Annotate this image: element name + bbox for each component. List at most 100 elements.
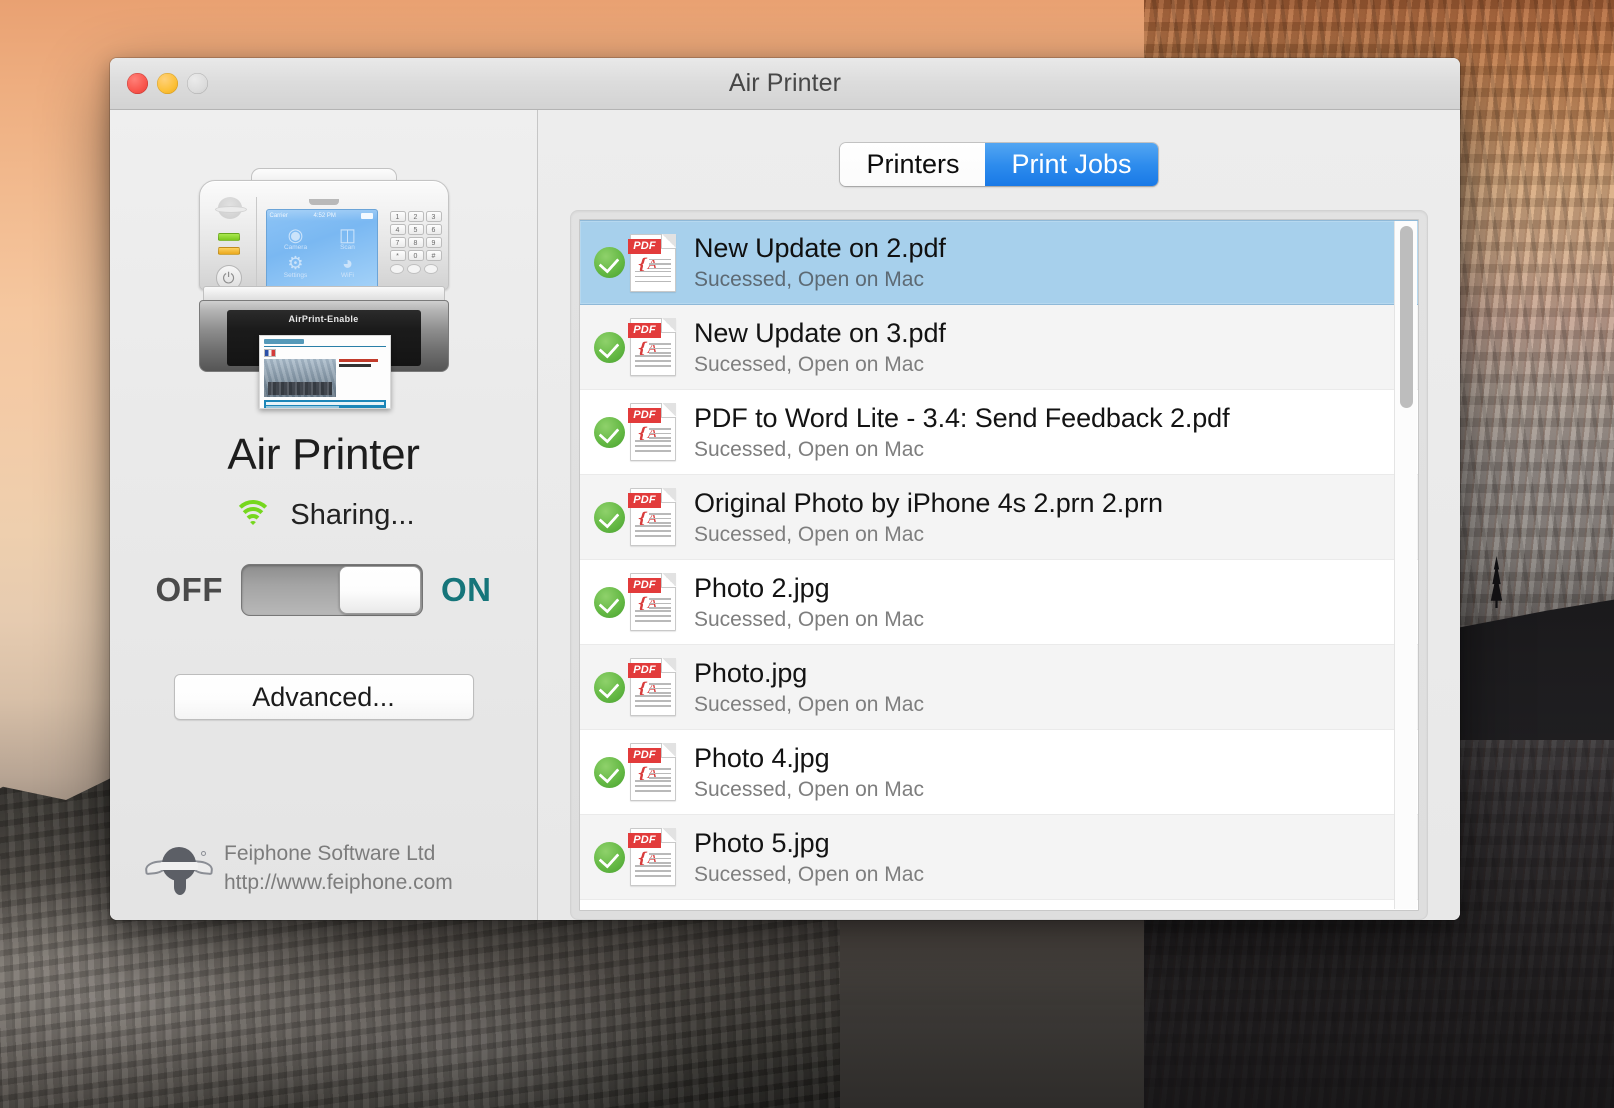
printer-led-orange — [217, 247, 240, 255]
print-job-status: Sucessed, Open on Mac — [694, 777, 924, 801]
print-job-row[interactable]: PDF ❴A New Update on 2.pdf Sucessed, Open… — [580, 220, 1418, 306]
printer-lid-notch — [308, 199, 339, 205]
camera-icon: ◉ — [287, 225, 304, 245]
print-job-text: Photo.jpg Sucessed, Open on Mac — [694, 657, 924, 718]
print-job-text: Photo 5.jpg Sucessed, Open on Mac — [694, 827, 924, 888]
print-job-row[interactable]: PDF ❴A Original Photo by iPhone 4s 2.prn … — [580, 475, 1418, 561]
printer-globe-icon — [214, 197, 247, 219]
toggle-knob[interactable] — [338, 566, 421, 614]
lcd-status-bar: Carrier 4:52 PM — [266, 210, 377, 221]
printed-page-photo — [263, 359, 336, 397]
keypad-key: 2 — [407, 211, 424, 222]
print-job-text: New Update on 2.pdf Sucessed, Open on Ma… — [694, 232, 946, 293]
keypad-key: 6 — [425, 224, 442, 235]
keypad-row: 1 2 3 — [389, 211, 442, 222]
keypad-key: 0 — [407, 250, 424, 261]
app-title: Air Printer — [227, 430, 420, 479]
print-job-name: New Update on 3.pdf — [694, 317, 946, 348]
success-check-icon — [594, 416, 625, 448]
print-job-row[interactable]: PDF ❴A Photo.jpg Sucessed, Open on Mac — [580, 645, 1418, 731]
print-job-name: Photo.jpg — [694, 657, 808, 688]
print-job-text: New Update on 3.pdf Sucessed, Open on Ma… — [694, 317, 946, 378]
success-check-icon — [594, 501, 625, 533]
right-pane: Printers Print Jobs PDF ❴A New Update on… — [538, 110, 1460, 920]
close-button[interactable] — [127, 73, 148, 94]
company-website[interactable]: http://www.feiphone.com — [224, 869, 453, 898]
success-check-icon — [594, 671, 625, 703]
lcd-time-label: 4:52 PM — [313, 212, 336, 219]
wifi-icon: ◕ — [342, 253, 353, 273]
pdf-file-icon: PDF ❴A — [628, 233, 676, 292]
pdf-file-icon: PDF ❴A — [628, 488, 676, 547]
lcd-app-settings-label: Settings — [283, 272, 308, 279]
zoom-button[interactable] — [187, 73, 208, 94]
lcd-app-wifi: ◕ WiFi — [323, 253, 373, 279]
sidebar: ⏻ Carrier 4:52 PM ◉ Camera ◫ Scan ⚙ Sett… — [110, 110, 538, 920]
printer-keypad: 1 2 3 4 5 6 7 8 9 * 0 # — [389, 211, 442, 274]
print-job-name: Photo 5.jpg — [694, 827, 830, 858]
print-job-name: Original Photo by iPhone 4s 2.prn 2.prn — [694, 487, 1163, 518]
print-job-row[interactable]: PDF ❴A PDF to Word Lite - 3.4: Send Feedb… — [580, 390, 1418, 476]
tab-printers[interactable]: Printers — [840, 143, 986, 187]
printed-page-banner-title — [265, 402, 384, 405]
print-job-status: Sucessed, Open on Mac — [694, 268, 924, 292]
print-job-status: Sucessed, Open on Mac — [694, 862, 924, 886]
print-job-name: Photo 2.jpg — [694, 572, 830, 603]
print-job-text: PDF to Word Lite - 3.4: Send Feedback 2.… — [694, 402, 1230, 463]
print-job-status: Sucessed, Open on Mac — [694, 352, 924, 376]
print-job-status: Sucessed, Open on Mac — [694, 437, 924, 461]
list-scrollbar[interactable] — [1394, 221, 1417, 909]
lcd-app-scan: ◫ Scan — [323, 225, 373, 251]
success-check-icon — [594, 756, 625, 788]
pdf-file-icon: PDF ❴A — [628, 403, 676, 462]
printed-page-flag-icon — [263, 349, 276, 357]
wifi-icon — [232, 498, 274, 532]
printed-page-rule — [263, 346, 386, 347]
success-check-icon — [594, 841, 625, 873]
print-job-row[interactable]: PDF ❴A Photo 2.jpg Sucessed, Open on Mac — [580, 560, 1418, 646]
print-jobs-panel: PDF ❴A New Update on 2.pdf Sucessed, Open… — [570, 210, 1428, 920]
print-job-status: Sucessed, Open on Mac — [694, 607, 924, 631]
printed-page-title — [338, 359, 378, 362]
keypad-row: * 0 # — [389, 250, 442, 261]
printed-page-banner — [263, 400, 386, 408]
pdf-file-icon: PDF ❴A — [628, 828, 676, 887]
sharing-toggle-switch[interactable] — [240, 564, 423, 616]
tab-print-jobs[interactable]: Print Jobs — [985, 143, 1158, 187]
keypad-key: 8 — [407, 237, 424, 248]
print-job-text: Photo 4.jpg Sucessed, Open on Mac — [694, 742, 924, 803]
print-job-row[interactable]: PDF ❴A Photo 5.jpg Sucessed, Open on Mac — [580, 815, 1418, 901]
scanner-icon: ◫ — [338, 225, 356, 245]
lcd-carrier-label: Carrier — [269, 212, 288, 219]
print-job-row[interactable]: PDF ❴A Photo 4.jpg Sucessed, Open on Mac — [580, 730, 1418, 816]
toggle-off-label: OFF — [155, 571, 223, 608]
advanced-button[interactable]: Advanced... — [173, 674, 474, 720]
success-check-icon — [594, 331, 625, 363]
print-job-name: PDF to Word Lite - 3.4: Send Feedback 2.… — [694, 402, 1230, 433]
printed-page-columns — [260, 357, 390, 397]
keypad-key: 3 — [425, 211, 442, 222]
print-job-text: Photo 2.jpg Sucessed, Open on Mac — [694, 572, 924, 633]
print-job-row[interactable]: PDF ❴A New Update on 3.pdf Sucessed, Open… — [580, 305, 1418, 391]
printed-page-banner-sub — [265, 406, 339, 408]
company-name: Feiphone Software Ltd — [224, 842, 436, 866]
keypad-oval — [389, 264, 404, 274]
lcd-app-wifi-label: WiFi — [341, 272, 354, 279]
pdf-file-icon: PDF ❴A — [628, 573, 676, 632]
tab-segmented-control: Printers Print Jobs — [840, 143, 1158, 187]
keypad-key: 9 — [425, 237, 442, 248]
keypad-key: 1 — [389, 211, 406, 222]
lcd-battery-icon — [361, 212, 374, 219]
sharing-status-label: Sharing... — [290, 498, 415, 531]
print-job-status: Sucessed, Open on Mac — [694, 522, 924, 546]
minimize-button[interactable] — [157, 73, 178, 94]
keypad-oval-buttons — [389, 264, 442, 274]
list-scrollbar-thumb[interactable] — [1400, 226, 1413, 409]
toggle-on-label: ON — [440, 571, 492, 608]
gear-icon: ⚙ — [287, 253, 304, 273]
printer-led-green — [217, 233, 240, 241]
printer-lcd-screen: Carrier 4:52 PM ◉ Camera ◫ Scan ⚙ Settin… — [265, 209, 378, 293]
keypad-key: # — [425, 250, 442, 261]
success-check-icon — [594, 247, 625, 279]
keypad-oval — [423, 264, 438, 274]
